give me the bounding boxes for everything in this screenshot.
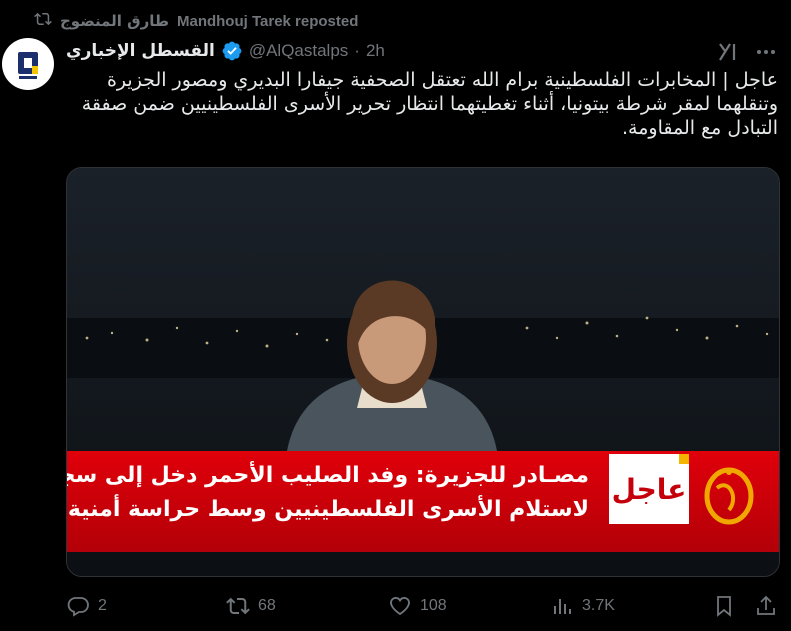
more-options-icon[interactable] xyxy=(754,40,778,64)
reposter-name[interactable]: طارق المنضوج xyxy=(60,12,169,30)
qastal-logo-icon xyxy=(18,52,38,79)
like-button[interactable]: 108 xyxy=(388,594,447,618)
repost-indicator[interactable]: طارق المنضوج Mandhouj Tarek reposted xyxy=(34,10,358,32)
reply-icon xyxy=(67,597,89,617)
views-count: 3.7K xyxy=(582,597,615,614)
views-button[interactable]: 3.7K xyxy=(550,594,615,618)
repost-count: 68 xyxy=(258,597,276,614)
tweet-text: عاجل | المخابرات الفلسطينية برام الله تع… xyxy=(81,69,778,139)
repost-action-icon xyxy=(226,597,250,615)
ticker-line-1: مصـادر للجزيرة: وفد الصليب الأحمر دخل إل… xyxy=(67,463,589,488)
verified-badge-icon xyxy=(222,41,242,61)
breaking-text: عاجل xyxy=(611,472,687,506)
tweet-actions: 2 68 108 3.7K xyxy=(66,594,782,620)
repost-label: Mandhouj Tarek reposted xyxy=(176,12,359,30)
avatar[interactable] xyxy=(2,38,54,90)
tweet-media[interactable]: مصـادر للجزيرة: وفد الصليب الأحمر دخل إل… xyxy=(66,167,780,577)
grok-icon[interactable] xyxy=(716,40,740,64)
heart-icon xyxy=(390,597,410,616)
author-name[interactable]: القسطل الإخباري xyxy=(66,41,215,61)
post-time[interactable]: 2h xyxy=(366,41,385,61)
reply-count: 2 xyxy=(98,597,107,614)
views-icon xyxy=(554,599,571,614)
aljazeera-logo-icon xyxy=(704,467,754,525)
repost-button[interactable]: 68 xyxy=(226,594,276,618)
like-count: 108 xyxy=(420,597,447,614)
author-handle[interactable]: @AlQastalps xyxy=(249,41,348,61)
separator-dot: · xyxy=(354,41,360,60)
ticker-line-2: لاستلام الأسرى الفلسطينيين وسط حراسة أمن… xyxy=(67,497,589,522)
share-icon[interactable] xyxy=(754,594,778,618)
bookmark-icon[interactable] xyxy=(712,594,736,618)
breaking-corner xyxy=(679,454,689,464)
tweet-header: القسطل الإخباري @AlQastalps · 2h xyxy=(66,38,385,64)
breaking-label: عاجل xyxy=(609,454,689,524)
repost-icon xyxy=(34,10,52,32)
reply-button[interactable]: 2 xyxy=(66,594,107,618)
